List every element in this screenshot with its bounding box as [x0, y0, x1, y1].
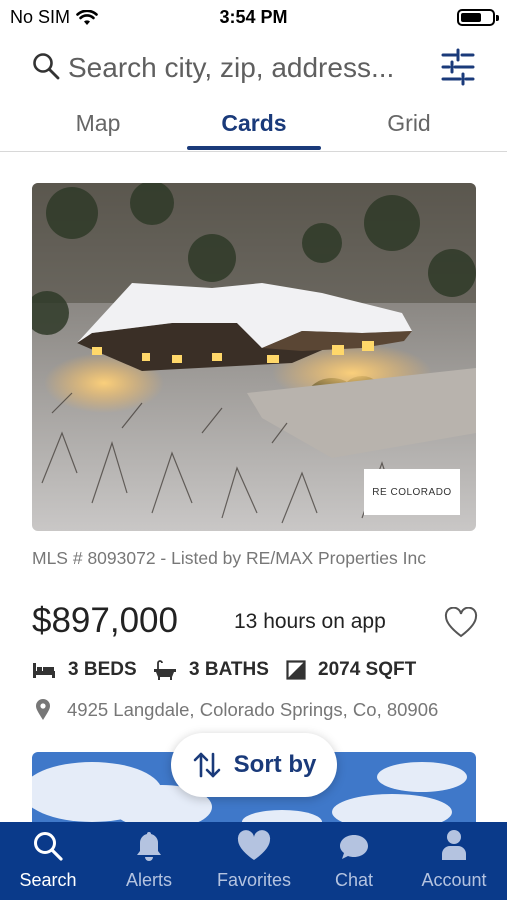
nav-alerts[interactable]: Alerts [101, 822, 197, 900]
sqft-label: 2074 SQFT [318, 659, 417, 680]
time-on-app: 13 hours on app [234, 610, 386, 633]
beds-label: 3 BEDS [68, 659, 137, 680]
sort-arrows-icon [193, 752, 220, 778]
listing-price: $897,000 [32, 601, 178, 640]
sqft-spec: 2074 SQFT [286, 659, 416, 681]
sort-button[interactable]: Sort by [171, 733, 337, 797]
bottom-navigation: Search Alerts Favorites Chat Account [0, 822, 507, 900]
filter-icon[interactable] [440, 48, 476, 86]
bathtub-icon [154, 660, 176, 680]
person-icon [442, 830, 466, 860]
clock: 3:54 PM [219, 7, 288, 27]
nav-account[interactable]: Account [402, 822, 506, 900]
listing-photo[interactable]: RE COLORADO [32, 183, 476, 531]
nav-favorites-label: Favorites [216, 870, 292, 890]
sort-button-label: Sort by [233, 751, 317, 778]
search-icon [33, 53, 60, 80]
nav-search-label: Search [19, 870, 77, 890]
listing-address: 4925 Langdale, Colorado Springs, Co, 809… [67, 699, 439, 720]
search-icon [34, 832, 63, 861]
listing-specs: 3 BEDS 3 BATHS 2074 SQFT [32, 657, 482, 685]
mls-listing-info: MLS # 8093072 - Listed by RE/MAX Propert… [32, 548, 426, 568]
search-bar [0, 44, 507, 92]
status-bar: No SIM 3:54 PM [0, 0, 507, 34]
tab-grid[interactable]: Grid [370, 110, 448, 137]
tab-map[interactable]: Map [58, 110, 138, 137]
location-pin-icon [36, 699, 50, 720]
brokerage-logo-text: RE COLORADO [372, 486, 452, 498]
baths-label: 3 BATHS [189, 659, 269, 680]
tab-cards[interactable]: Cards [205, 110, 303, 137]
nav-account-label: Account [421, 870, 487, 890]
brokerage-logo: RE COLORADO [364, 469, 460, 515]
nav-alerts-label: Alerts [125, 870, 172, 890]
nav-chat[interactable]: Chat [311, 822, 397, 900]
nav-search[interactable]: Search [0, 822, 96, 900]
heart-icon [237, 830, 271, 860]
listing-address-row: 4925 Langdale, Colorado Springs, Co, 809… [32, 697, 482, 725]
chat-icon [340, 835, 368, 859]
search-input[interactable] [68, 50, 428, 86]
bell-icon [137, 832, 161, 861]
baths-spec: 3 BATHS [153, 659, 269, 681]
view-tabs: Map Cards Grid [0, 100, 507, 152]
nav-chat-label: Chat [334, 870, 374, 890]
beds-spec: 3 BEDS [32, 659, 137, 681]
nav-favorites[interactable]: Favorites [202, 822, 306, 900]
bed-icon [33, 663, 55, 678]
area-icon [286, 660, 306, 680]
favorite-heart-icon[interactable] [444, 607, 478, 639]
active-tab-indicator [187, 146, 321, 150]
battery-icon [457, 9, 499, 26]
